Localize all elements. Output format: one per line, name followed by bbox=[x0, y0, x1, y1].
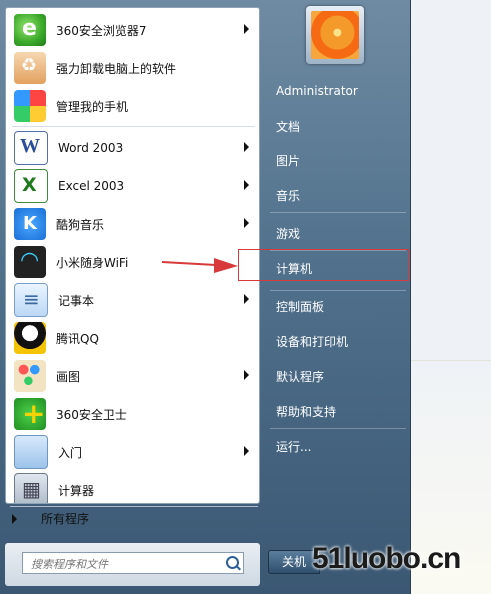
right-item-user-folder[interactable]: Administrator bbox=[268, 76, 408, 106]
phone-manager-icon bbox=[14, 90, 46, 122]
program-label: 计算器 bbox=[58, 483, 95, 498]
program-label: 腾讯QQ bbox=[56, 331, 99, 346]
program-kugou[interactable]: 酷狗音乐 bbox=[10, 206, 255, 242]
right-divider bbox=[270, 290, 406, 291]
program-label: 入门 bbox=[58, 445, 83, 460]
notepad-icon bbox=[14, 283, 48, 317]
wifi-icon bbox=[14, 246, 46, 278]
user-picture-frame[interactable] bbox=[306, 6, 364, 64]
search-icon[interactable] bbox=[226, 556, 239, 569]
highlight-box bbox=[238, 249, 409, 281]
program-label: Excel 2003 bbox=[58, 179, 125, 193]
expand-arrow-icon bbox=[12, 513, 17, 524]
submenu-arrow-icon[interactable] bbox=[244, 446, 249, 456]
program-phone-manager[interactable]: 管理我的手机 bbox=[10, 88, 255, 124]
pinned-divider bbox=[12, 126, 255, 127]
program-word[interactable]: Word 2003 bbox=[10, 130, 255, 166]
paint-icon bbox=[14, 360, 46, 392]
right-divider bbox=[270, 212, 406, 213]
search-input[interactable] bbox=[29, 554, 223, 574]
start-menu: 360安全浏览器7 强力卸载电脑上的软件 管理我的手机 Word 2003 Ex… bbox=[0, 0, 411, 594]
program-label: 360安全浏览器7 bbox=[56, 23, 147, 38]
program-getting-started[interactable]: 入门 bbox=[10, 434, 255, 470]
program-label: Word 2003 bbox=[58, 141, 124, 155]
program-paint[interactable]: 画图 bbox=[10, 358, 255, 394]
search-area bbox=[5, 543, 260, 586]
right-item-help-support[interactable]: 帮助和支持 bbox=[268, 397, 408, 427]
right-item-default-programs[interactable]: 默认程序 bbox=[268, 362, 408, 392]
desktop-background bbox=[411, 0, 491, 594]
program-uninstaller[interactable]: 强力卸载电脑上的软件 bbox=[10, 50, 255, 86]
right-divider bbox=[270, 428, 406, 429]
program-360-security[interactable]: 360安全卫士 bbox=[10, 396, 255, 432]
kugou-music-icon bbox=[14, 208, 46, 240]
submenu-arrow-icon[interactable] bbox=[244, 180, 249, 190]
360-browser-icon bbox=[14, 14, 46, 46]
program-notepad[interactable]: 记事本 bbox=[10, 282, 255, 318]
program-label: 强力卸载电脑上的软件 bbox=[56, 61, 177, 76]
right-item-music[interactable]: 音乐 bbox=[268, 181, 408, 211]
excel-icon bbox=[14, 169, 48, 203]
submenu-arrow-icon[interactable] bbox=[244, 142, 249, 152]
right-item-games[interactable]: 游戏 bbox=[268, 219, 408, 249]
submenu-arrow-icon[interactable] bbox=[244, 294, 249, 304]
program-label: 管理我的手机 bbox=[56, 99, 129, 114]
all-programs-button[interactable]: 所有程序 bbox=[12, 510, 89, 527]
calculator-icon bbox=[14, 473, 48, 503]
program-360-browser[interactable]: 360安全浏览器7 bbox=[10, 12, 255, 48]
right-item-pictures[interactable]: 图片 bbox=[268, 146, 408, 176]
search-box[interactable] bbox=[22, 552, 244, 574]
program-calculator[interactable]: 计算器 bbox=[10, 472, 255, 503]
uninstall-icon bbox=[14, 52, 46, 84]
program-label: 小米随身WiFi bbox=[56, 255, 129, 270]
getting-started-icon bbox=[14, 435, 48, 469]
program-label: 酷狗音乐 bbox=[56, 217, 105, 232]
watermark: 51luobo.cn bbox=[312, 542, 461, 575]
program-label: 360安全卫士 bbox=[56, 407, 127, 422]
program-label: 画图 bbox=[56, 369, 81, 384]
right-item-run[interactable]: 运行... bbox=[268, 432, 408, 462]
qq-icon bbox=[14, 322, 46, 354]
pointer-arrow-icon bbox=[161, 258, 238, 273]
word-icon bbox=[14, 131, 48, 165]
program-qq[interactable]: 腾讯QQ bbox=[10, 320, 255, 356]
all-programs-label: 所有程序 bbox=[41, 512, 90, 526]
program-label: 记事本 bbox=[58, 293, 95, 308]
submenu-arrow-icon[interactable] bbox=[244, 370, 249, 380]
submenu-arrow-icon[interactable] bbox=[244, 218, 249, 228]
submenu-arrow-icon[interactable] bbox=[244, 24, 249, 34]
right-item-documents[interactable]: 文档 bbox=[268, 112, 408, 142]
program-excel[interactable]: Excel 2003 bbox=[10, 168, 255, 204]
user-avatar bbox=[311, 11, 359, 59]
right-item-devices-printers[interactable]: 设备和打印机 bbox=[268, 327, 408, 357]
right-item-control-panel[interactable]: 控制面板 bbox=[268, 292, 408, 322]
360-security-icon bbox=[14, 397, 46, 430]
all-programs-divider bbox=[10, 506, 258, 507]
